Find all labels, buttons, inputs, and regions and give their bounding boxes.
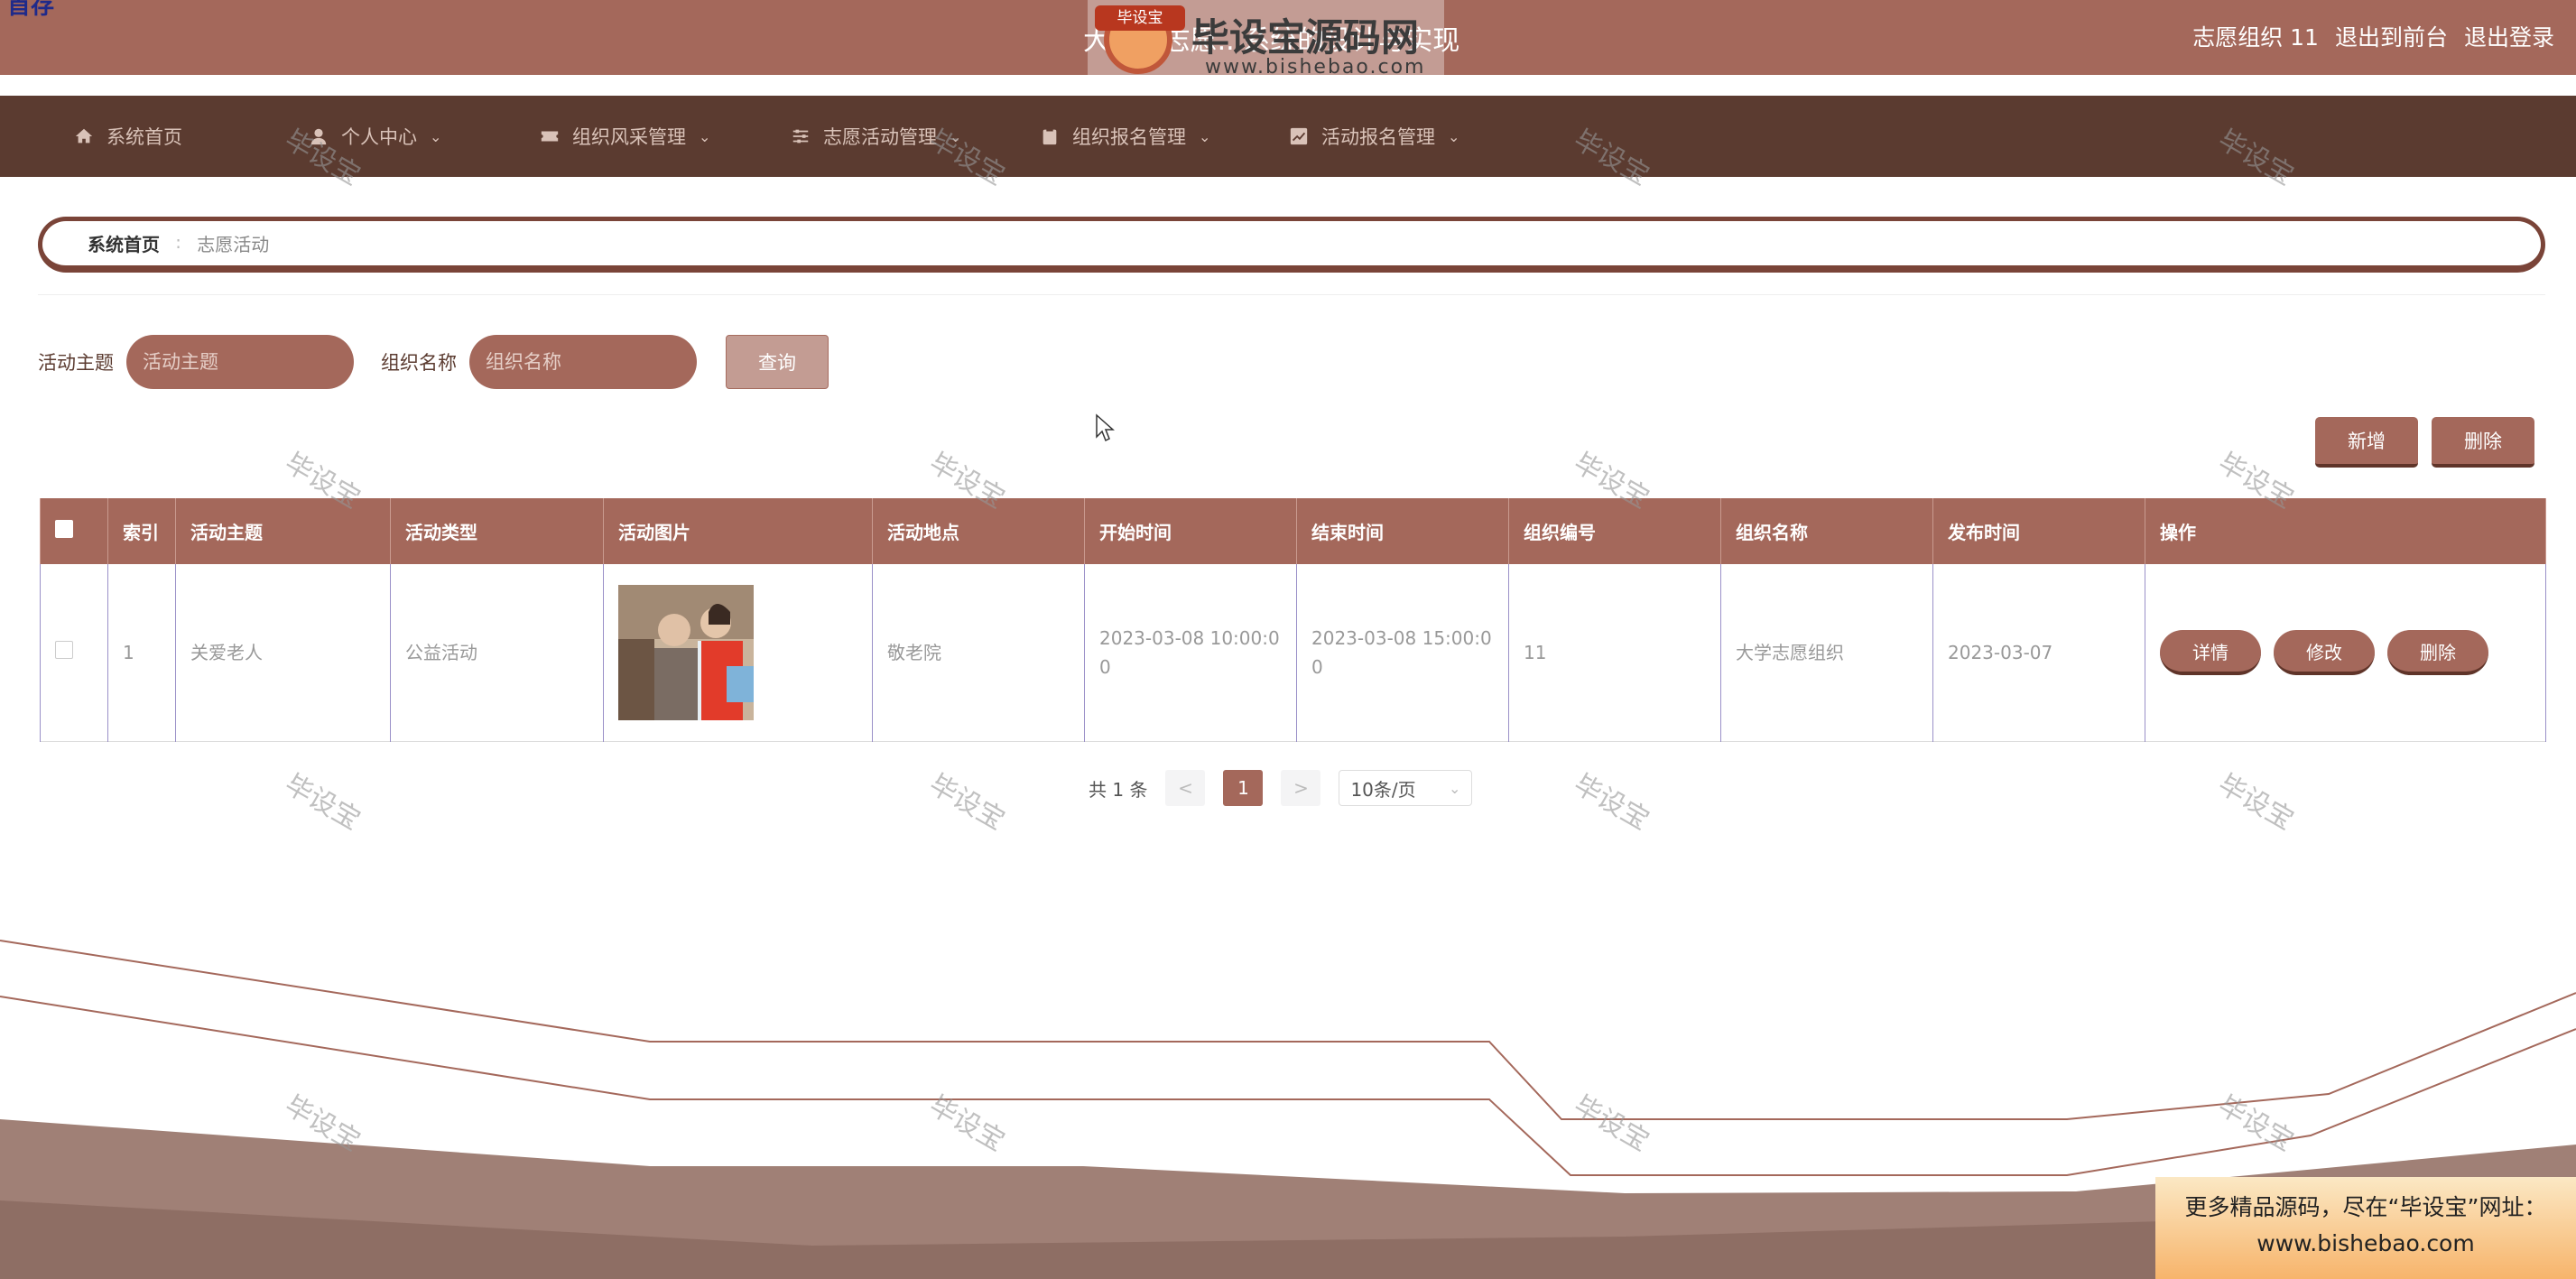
nav-item-label: 组织风采管理 bbox=[572, 126, 686, 148]
clipboard-icon bbox=[1042, 127, 1057, 145]
watermark-text: 毕设宝 bbox=[923, 768, 1010, 837]
chevron-down-icon: ⌄ bbox=[1448, 127, 1460, 145]
page-size-select[interactable]: 10条/页 ⌄ bbox=[1339, 770, 1473, 806]
breadcrumb-separator: ∶ bbox=[176, 232, 181, 255]
query-button[interactable]: 查询 bbox=[726, 335, 829, 389]
user-links: 志愿组织 11 退出到前台 退出登录 bbox=[2192, 20, 2554, 52]
chart-icon bbox=[1290, 127, 1308, 145]
row-checkbox[interactable] bbox=[55, 641, 73, 659]
breadcrumb-home[interactable]: 系统首页 bbox=[88, 230, 160, 256]
cell-start-time: 2023-03-08 10:00:00 bbox=[1084, 564, 1297, 742]
breadcrumb-current: 志愿活动 bbox=[197, 234, 270, 255]
column-header: 开始时间 bbox=[1084, 498, 1297, 564]
cell-index: 1 bbox=[107, 564, 176, 742]
cell-type: 公益活动 bbox=[390, 564, 604, 742]
logo-url: www.bishebao.com bbox=[1205, 56, 1426, 79]
home-icon bbox=[75, 128, 93, 144]
table-row: 1 关爱老人 公益活动 敬老院 2023-03-08 10:00:00 2023… bbox=[40, 564, 2546, 742]
cell-published: 2023-03-07 bbox=[1932, 564, 2145, 742]
cell-org-id: 11 bbox=[1508, 564, 1721, 742]
cell-operations: 详情 修改 删除 bbox=[2145, 564, 2546, 742]
nav-item-label: 志愿活动管理 bbox=[823, 126, 937, 148]
column-header: 索引 bbox=[107, 498, 176, 564]
ad-line-2: www.bishebao.com bbox=[2256, 1230, 2475, 1256]
detail-button[interactable]: 详情 bbox=[2160, 630, 2261, 675]
batch-delete-button[interactable]: 删除 bbox=[2432, 417, 2534, 468]
cell-location: 敬老院 bbox=[872, 564, 1085, 742]
edit-button[interactable]: 修改 bbox=[2274, 630, 2375, 675]
cell-topic: 关爱老人 bbox=[175, 564, 391, 742]
cell-end-time: 2023-03-08 15:00:00 bbox=[1296, 564, 1509, 742]
cell-image bbox=[603, 564, 873, 742]
nav-item-personal-center[interactable]: 个人中心 ⌄ bbox=[309, 96, 441, 177]
ad-line-1: 更多精品源码，尽在“毕设宝”网址： bbox=[2184, 1194, 2547, 1220]
nav-item-home[interactable]: 系统首页 bbox=[74, 96, 182, 177]
select-all-checkbox-cell[interactable] bbox=[40, 498, 108, 564]
search-form: 活动主题 组织名称 查询 bbox=[38, 334, 829, 390]
cell-org-name: 大学志愿组织 bbox=[1720, 564, 1933, 742]
chevron-down-icon: ⌄ bbox=[699, 127, 711, 145]
mouse-cursor-icon bbox=[1096, 413, 1115, 442]
nav-item-label: 组织报名管理 bbox=[1072, 126, 1186, 148]
chevron-down-icon: ⌄ bbox=[430, 127, 442, 145]
topic-label: 活动主题 bbox=[38, 352, 114, 374]
activity-table: 索引 活动主题 活动类型 活动图片 活动地点 开始时间 结束时间 组织编号 组织… bbox=[40, 498, 2546, 742]
main-nav: 系统首页 个人中心 ⌄ 组织风采管理 ⌄ 志愿活动管理 ⌄ 组织报名管理 ⌄ 活… bbox=[0, 96, 2576, 177]
column-header: 操作 bbox=[2145, 498, 2546, 564]
next-page-button[interactable]: > bbox=[1281, 770, 1321, 806]
pagination: 共 1 条 < 1 > 10条/页 ⌄ bbox=[1089, 770, 1473, 806]
column-header: 活动主题 bbox=[175, 498, 391, 564]
watermark-text: 毕设宝 bbox=[2212, 768, 2299, 837]
row-checkbox-cell[interactable] bbox=[40, 564, 108, 742]
divider bbox=[38, 294, 2545, 295]
total-count: 共 1 条 bbox=[1089, 778, 1148, 801]
nav-item-volunteer-activity[interactable]: 志愿活动管理 ⌄ bbox=[791, 96, 961, 177]
back-to-front-link[interactable]: 退出到前台 bbox=[2335, 20, 2448, 52]
add-button[interactable]: 新增 bbox=[2315, 417, 2418, 468]
watermark-text: 毕设宝 bbox=[1568, 768, 1654, 837]
user-icon bbox=[310, 128, 327, 145]
logo-brand: 毕设宝源码网 bbox=[1191, 15, 1420, 60]
logo-badge: 毕设宝 bbox=[1095, 5, 1185, 31]
ticket-icon bbox=[541, 131, 559, 142]
column-header: 结束时间 bbox=[1296, 498, 1509, 564]
ad-banner[interactable]: 更多精品源码，尽在“毕设宝”网址： www.bishebao.com bbox=[2155, 1177, 2576, 1279]
org-name-label: 组织名称 bbox=[381, 352, 457, 374]
nav-item-label: 个人中心 bbox=[341, 126, 417, 148]
page-number[interactable]: 1 bbox=[1223, 770, 1264, 806]
column-header: 组织编号 bbox=[1508, 498, 1721, 564]
nav-item-org-signup[interactable]: 组织报名管理 ⌄ bbox=[1040, 96, 1210, 177]
nav-item-org-style[interactable]: 组织风采管理 ⌄ bbox=[540, 96, 710, 177]
breadcrumb: 系统首页 ∶ 志愿活动 bbox=[38, 217, 2545, 273]
chevron-down-icon: ⌄ bbox=[950, 127, 962, 145]
logout-link[interactable]: 退出登录 bbox=[2464, 20, 2554, 52]
column-header: 活动地点 bbox=[872, 498, 1085, 564]
sliders-icon bbox=[792, 129, 809, 144]
nav-item-label: 系统首页 bbox=[107, 126, 182, 148]
user-name: 志愿组织 11 bbox=[2192, 24, 2319, 51]
column-header: 活动类型 bbox=[390, 498, 604, 564]
corner-text: 首存 bbox=[7, 0, 55, 20]
nav-item-label: 活动报名管理 bbox=[1321, 126, 1435, 148]
chevron-down-icon: ⌄ bbox=[1199, 127, 1211, 145]
page-size-value: 10条/页 bbox=[1350, 778, 1416, 801]
watermark-text: 毕设宝 bbox=[279, 768, 366, 837]
prev-page-button[interactable]: < bbox=[1165, 770, 1206, 806]
topic-search-input[interactable] bbox=[126, 335, 354, 389]
column-header: 组织名称 bbox=[1720, 498, 1933, 564]
table-header-row: 索引 活动主题 活动类型 活动图片 活动地点 开始时间 结束时间 组织编号 组织… bbox=[40, 498, 2546, 564]
activity-photo bbox=[618, 585, 754, 720]
nav-item-activity-signup[interactable]: 活动报名管理 ⌄ bbox=[1289, 96, 1459, 177]
column-header: 发布时间 bbox=[1932, 498, 2145, 564]
column-header: 活动图片 bbox=[603, 498, 873, 564]
row-delete-button[interactable]: 删除 bbox=[2387, 630, 2488, 675]
chevron-down-icon: ⌄ bbox=[1449, 779, 1461, 797]
select-all-checkbox[interactable] bbox=[55, 520, 73, 538]
logo-watermark: 毕设宝 毕设宝源码网 www.bishebao.com bbox=[1088, 0, 1444, 83]
org-name-search-input[interactable] bbox=[469, 335, 697, 389]
